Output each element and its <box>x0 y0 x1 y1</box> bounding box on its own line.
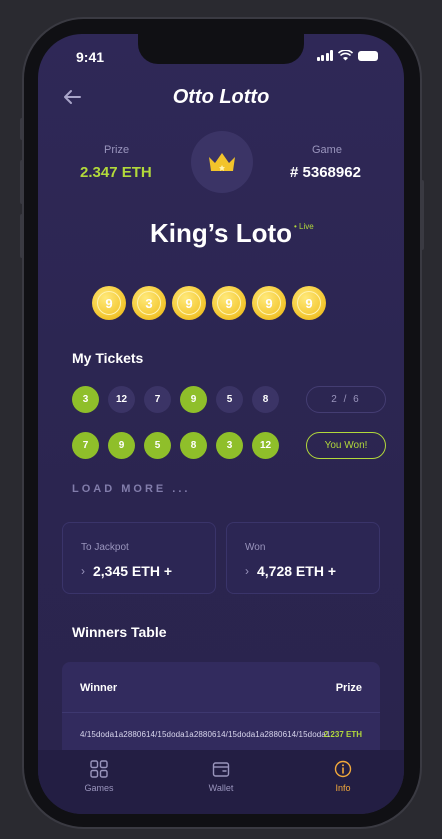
prize-label: Prize <box>104 144 130 156</box>
to-jackpot-label: To Jackpot <box>81 542 129 553</box>
winner-address: 4/15doda1a2880614/15doda1a2880614/15doda… <box>80 730 331 739</box>
tab-info[interactable]: Info <box>303 760 383 793</box>
drawn-balls: 9 3 9 9 9 9 <box>92 286 326 320</box>
app-title: Otto Lotto <box>172 86 270 108</box>
drawn-ball: 9 <box>252 286 286 320</box>
drawn-ball: 3 <box>132 286 166 320</box>
winners-table-title: Winners Table <box>72 624 167 640</box>
won-label: Won <box>245 542 266 553</box>
my-tickets-title: My Tickets <box>72 350 144 366</box>
winner-column-header: Winner <box>80 682 118 694</box>
ticket-number: 5 <box>144 432 171 459</box>
crown-icon <box>209 153 235 171</box>
ticket-number: 12 <box>252 432 279 459</box>
winner-prize: 2.237 ETH <box>323 730 362 739</box>
ticket-number: 8 <box>180 432 207 459</box>
tab-bar: Games Wallet Info <box>38 750 404 814</box>
ticket-number: 3 <box>216 432 243 459</box>
chevron-right-icon: › <box>245 564 249 578</box>
tab-info-label: Info <box>335 783 351 793</box>
ticket-number: 9 <box>108 432 135 459</box>
drawn-ball: 9 <box>172 286 206 320</box>
wallet-icon <box>212 762 230 777</box>
power-button <box>420 180 424 250</box>
volume-up-button <box>20 160 24 204</box>
to-jackpot-value: 2,345 ETH + <box>93 563 172 579</box>
to-jackpot-card[interactable]: To Jackpot › 2,345 ETH + <box>62 522 216 594</box>
ticket-number: 5 <box>216 386 243 413</box>
table-divider <box>62 712 380 713</box>
prize-column-header: Prize <box>335 682 362 694</box>
battery-icon <box>358 50 378 61</box>
drawn-ball: 9 <box>212 286 246 320</box>
ticket-number: 8 <box>252 386 279 413</box>
ticket-number: 7 <box>72 432 99 459</box>
status-time: 9:41 <box>76 49 105 65</box>
drawn-ball: 9 <box>292 286 326 320</box>
game-name: King’s Loto <box>149 218 292 248</box>
prize-value: 2.347 ETH <box>80 164 152 181</box>
game-number: # 5368962 <box>290 164 361 181</box>
mute-switch <box>20 118 24 140</box>
app-screen: 9:41 Otto Lotto Prize 2.347 ETH Game # 5… <box>38 34 404 814</box>
crown-badge <box>191 131 253 193</box>
tab-wallet[interactable]: Wallet <box>181 760 261 793</box>
to-jackpot-value-row: › 2,345 ETH + <box>81 563 172 579</box>
game-label: Game <box>312 144 342 156</box>
won-value: 4,728 ETH + <box>257 563 336 579</box>
volume-down-button <box>20 214 24 258</box>
load-more-button[interactable]: LOAD MORE ... <box>72 483 190 495</box>
you-won-badge[interactable]: You Won! <box>306 432 386 459</box>
live-badge: • Live <box>294 222 314 231</box>
drawn-ball: 9 <box>92 286 126 320</box>
ticket-number: 3 <box>72 386 99 413</box>
notch <box>138 34 304 64</box>
won-value-row: › 4,728 ETH + <box>245 563 336 579</box>
ticket-number: 12 <box>108 386 135 413</box>
won-card[interactable]: Won › 4,728 ETH + <box>226 522 380 594</box>
tab-wallet-label: Wallet <box>208 783 234 793</box>
ticket-number: 7 <box>144 386 171 413</box>
status-icons <box>316 50 378 61</box>
chevron-right-icon: › <box>81 564 85 578</box>
info-icon <box>334 760 352 778</box>
ticket-row[interactable]: 3 12 7 9 5 8 2 / 6 <box>72 386 386 413</box>
tab-games-label: Games <box>84 783 114 793</box>
grid-icon <box>90 760 108 778</box>
wifi-icon <box>338 50 353 61</box>
ticket-row[interactable]: 7 9 5 8 3 12 You Won! <box>72 432 386 459</box>
signal-icon <box>316 50 333 61</box>
tab-games[interactable]: Games <box>59 760 139 793</box>
ticket-number: 9 <box>180 386 207 413</box>
match-count-badge: 2 / 6 <box>306 386 386 413</box>
